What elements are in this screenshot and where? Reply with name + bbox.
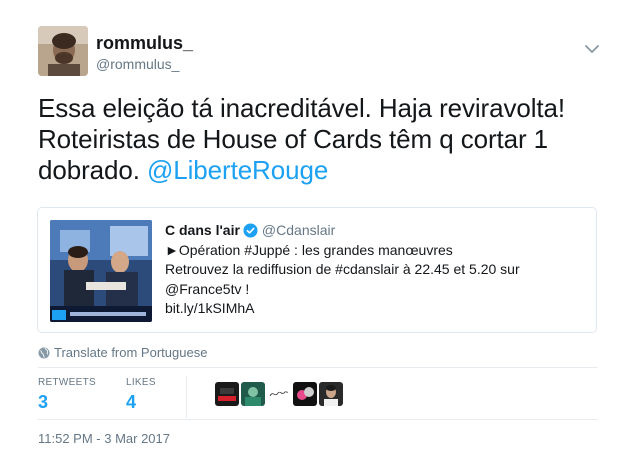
translate-label: Translate from Portuguese	[54, 345, 208, 360]
quoted-tweet[interactable]: C dans l'air @Cdanslair ►Opération #Jupp…	[37, 207, 597, 333]
quoted-author-handle[interactable]: @Cdanslair	[262, 221, 335, 241]
tweet-stats: RETWEETS 3 LIKES 4	[38, 376, 197, 418]
stats-separator	[185, 376, 187, 418]
liker-avatar[interactable]	[267, 382, 291, 406]
tweet-text-segment: dobrado.	[38, 155, 147, 185]
chevron-down-icon[interactable]	[583, 40, 601, 58]
quoted-tweet-body: C dans l'air @Cdanslair ►Opération #Jupp…	[165, 221, 585, 319]
quoted-tweet-line: ►Opération #Juppé : les grandes manœuvre…	[165, 241, 453, 258]
quoted-tweet-line: @France5tv !	[165, 280, 250, 297]
likes-stat[interactable]: LIKES 4	[126, 376, 156, 418]
verified-badge-icon	[243, 223, 258, 238]
retweets-label: RETWEETS	[38, 377, 96, 388]
liker-avatar[interactable]	[293, 382, 317, 406]
tweet-text-line: Roteiristas de House of Cards têm q cort…	[38, 124, 549, 154]
tweet-text-line: dobrado. @LiberteRouge	[38, 155, 598, 186]
tweet-text-line: Essa eleição tá inacreditável. Haja revi…	[38, 93, 566, 123]
retweets-stat[interactable]: RETWEETS 3	[38, 376, 96, 418]
quoted-tweet-thumbnail[interactable]	[50, 220, 152, 322]
globe-icon	[38, 347, 50, 358]
author-display-name[interactable]: rommulus_	[96, 32, 193, 54]
tweet-timestamp[interactable]: 11:52 PM - 3 Mar 2017	[38, 431, 170, 446]
liker-avatar[interactable]	[319, 382, 343, 406]
tweet-card: rommulus_ @rommulus_ Essa eleição tá ina…	[0, 0, 636, 453]
divider	[38, 419, 598, 420]
likes-count: 4	[125, 392, 136, 412]
divider	[38, 367, 598, 368]
quoted-author-name[interactable]: C dans l'air	[165, 221, 240, 241]
mention-link[interactable]: @LiberteRouge	[147, 155, 328, 185]
translate-link[interactable]: Translate from Portuguese	[38, 345, 207, 360]
liker-avatars	[215, 382, 345, 406]
liker-avatar[interactable]	[215, 382, 239, 406]
retweets-count: 3	[38, 392, 49, 412]
liker-avatar[interactable]	[241, 382, 265, 406]
quoted-tweet-line: Retrouvez la rediffusion de #cdanslair à…	[165, 261, 520, 277]
author-block: rommulus_ @rommulus_	[96, 32, 193, 73]
avatar-image	[38, 26, 88, 76]
quoted-tweet-header: C dans l'air @Cdanslair	[165, 221, 585, 241]
author-handle[interactable]: @rommulus_	[96, 55, 193, 73]
likes-label: LIKES	[125, 377, 156, 388]
author-avatar[interactable]	[38, 26, 88, 76]
quoted-tweet-link[interactable]: bit.ly/1kSIMhA	[165, 299, 585, 319]
tweet-text: Essa eleição tá inacreditável. Haja revi…	[38, 93, 598, 186]
